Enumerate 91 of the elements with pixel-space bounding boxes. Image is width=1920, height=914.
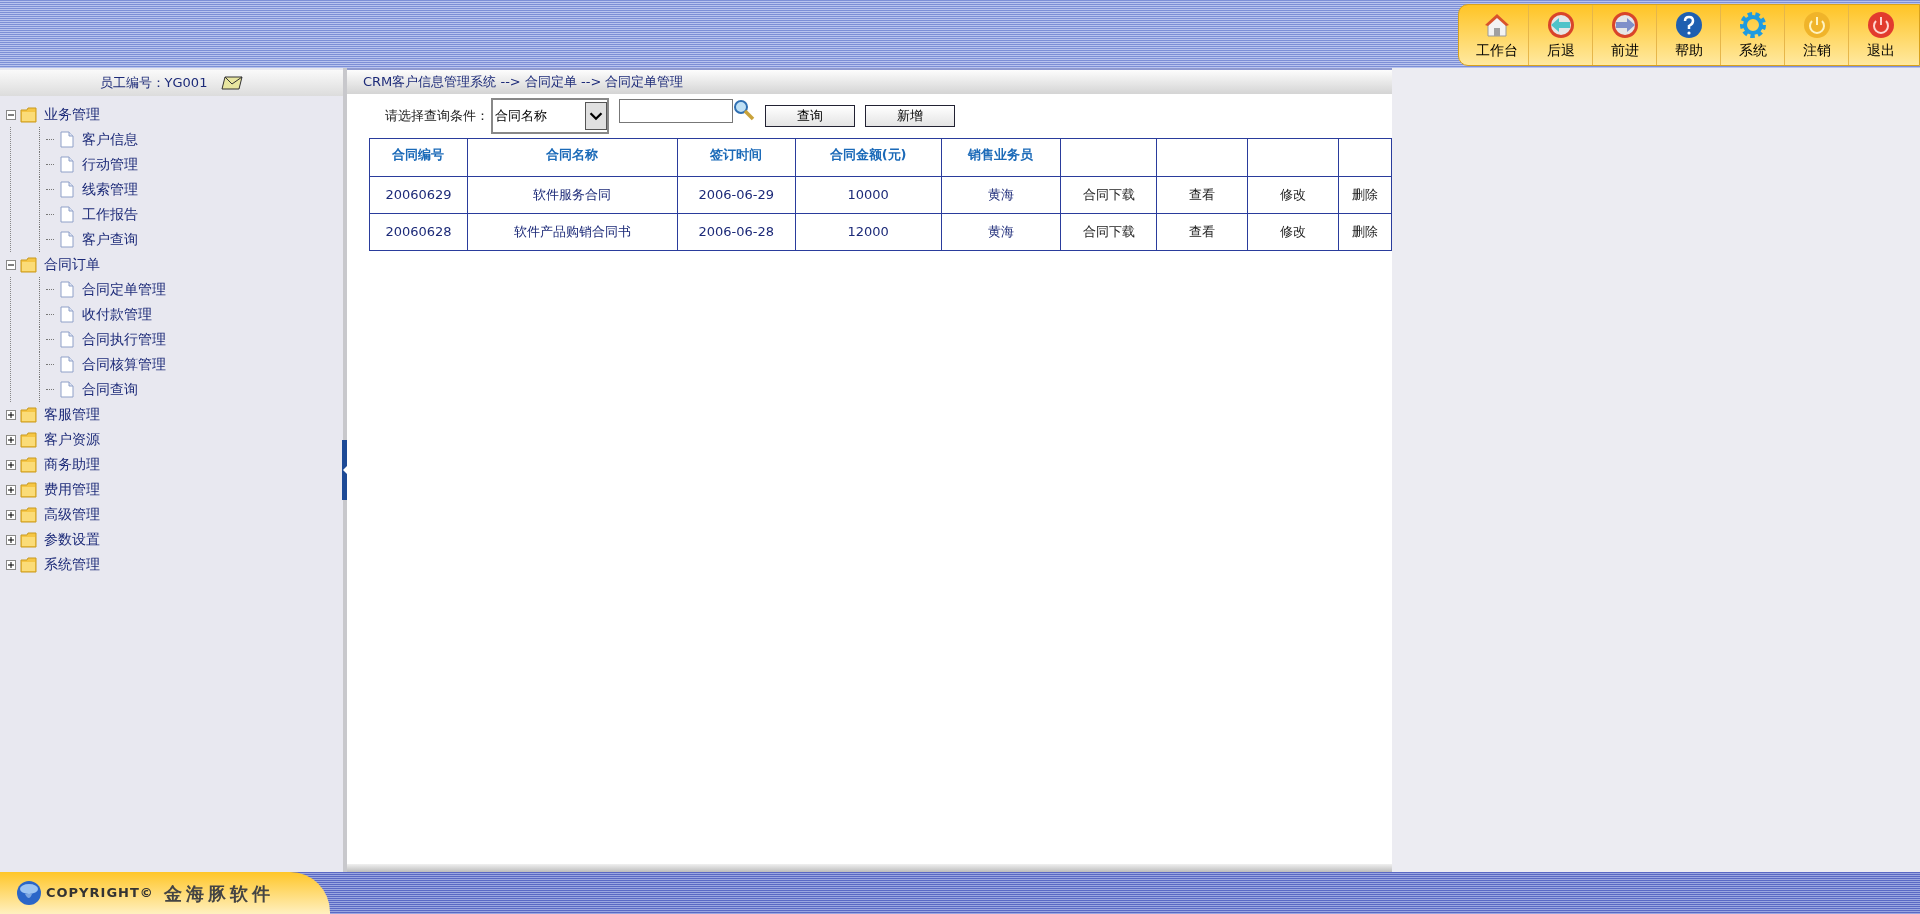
search-field[interactable]: [619, 99, 733, 123]
search-icon[interactable]: [733, 99, 755, 121]
copyright-label: COPYRIGHT©: [46, 884, 154, 903]
tree-item[interactable]: 合同执行管理: [82, 329, 166, 350]
tree-folder[interactable]: 高级管理: [44, 504, 100, 525]
action-link[interactable]: 查看: [1189, 187, 1216, 203]
folder-icon: [20, 431, 38, 448]
toolbar-button[interactable]: 工作台: [1465, 5, 1529, 65]
table-cell: 软件产品购销合同书: [513, 224, 631, 240]
settings-icon: [1737, 9, 1768, 40]
folder-icon: [20, 406, 38, 423]
table-cell: 12000: [847, 224, 889, 240]
column-header: 签订时间: [710, 147, 763, 162]
folder-icon: [20, 481, 38, 498]
dropdown-caret-icon[interactable]: [585, 102, 607, 130]
tree-item[interactable]: 行动管理: [82, 154, 138, 175]
action-link[interactable]: 修改: [1280, 187, 1307, 203]
collapse-icon[interactable]: [6, 259, 16, 270]
collapse-icon[interactable]: [6, 109, 16, 120]
table-cell: 10000: [847, 187, 889, 203]
form-button[interactable]: 查询: [765, 105, 855, 127]
document-icon: [60, 181, 74, 198]
tree-item[interactable]: 客户查询: [82, 229, 138, 250]
tree-folder[interactable]: 商务助理: [44, 454, 100, 475]
tree-item[interactable]: 合同定单管理: [82, 279, 166, 300]
toolbar-button[interactable]: 退出: [1849, 5, 1913, 65]
form-button[interactable]: 新增: [865, 105, 955, 127]
expand-icon[interactable]: [6, 409, 16, 420]
document-icon: [60, 231, 74, 248]
column-header: 合同名称: [546, 147, 599, 162]
expand-icon[interactable]: [6, 434, 16, 445]
tree-folder[interactable]: 费用管理: [44, 479, 100, 500]
column-header: 销售业务员: [968, 147, 1034, 162]
tree-folder[interactable]: 业务管理: [44, 104, 100, 125]
table-cell: 20060629: [385, 187, 452, 203]
toolbar-button[interactable]: 帮助: [1657, 5, 1721, 65]
tree-item[interactable]: 工作报告: [82, 204, 138, 225]
condition-select[interactable]: 合同名称: [491, 98, 609, 134]
table-cell: 黄海: [987, 187, 1014, 203]
folder-icon: [20, 256, 38, 273]
table-cell: 黄海: [987, 224, 1014, 240]
tree-item[interactable]: 收付款管理: [82, 304, 152, 325]
table-cell: 2006-06-28: [698, 224, 774, 240]
search-label: 请选择查询条件：: [385, 107, 489, 126]
power-icon: [1801, 9, 1832, 40]
tree-item[interactable]: 客户信息: [82, 129, 138, 150]
table-cell: 2006-06-29: [698, 187, 774, 203]
toolbar-button[interactable]: 前进: [1593, 5, 1657, 65]
globe-icon: [16, 880, 42, 906]
column-header: 合同金额(元): [829, 147, 907, 162]
tree-item[interactable]: 线索管理: [82, 179, 138, 200]
expand-icon[interactable]: [6, 459, 16, 470]
column-header: 合同编号: [392, 147, 445, 162]
action-link[interactable]: 修改: [1280, 224, 1307, 240]
company-name: 金海豚软件: [163, 881, 274, 906]
toolbar-button[interactable]: 注销: [1785, 5, 1849, 65]
expand-icon[interactable]: [6, 534, 16, 545]
document-icon: [60, 206, 74, 223]
action-link[interactable]: 查看: [1189, 224, 1216, 240]
document-icon: [60, 331, 74, 348]
document-icon: [60, 381, 74, 398]
expand-icon[interactable]: [6, 484, 16, 495]
folder-icon: [20, 456, 38, 473]
folder-icon: [20, 556, 38, 573]
table-cell: 软件服务合同: [533, 187, 612, 203]
breadcrumb: CRM客户信息管理系统 --> 合同定单 --> 合同定单管理: [363, 73, 684, 92]
power-icon: [1866, 9, 1896, 40]
expand-icon[interactable]: [6, 559, 16, 570]
tree-folder[interactable]: 客户资源: [44, 429, 100, 450]
mail-icon[interactable]: [221, 76, 244, 90]
employee-id: 员工编号：YG001: [99, 74, 208, 93]
expand-icon[interactable]: [6, 509, 16, 520]
tree-item[interactable]: 合同查询: [82, 379, 138, 400]
document-icon: [60, 156, 74, 173]
tree-folder[interactable]: 合同订单: [44, 254, 100, 275]
folder-icon: [20, 106, 38, 123]
help-icon: [1673, 9, 1704, 40]
table-cell: 20060628: [385, 224, 452, 240]
collapse-sidebar-icon[interactable]: [342, 440, 347, 500]
folder-icon: [20, 531, 38, 548]
tree-folder[interactable]: 系统管理: [44, 554, 100, 575]
document-icon: [60, 131, 74, 148]
folder-icon: [20, 506, 38, 523]
document-icon: [60, 281, 74, 298]
tree-item[interactable]: 合同核算管理: [82, 354, 166, 375]
document-icon: [60, 356, 74, 373]
toolbar-button[interactable]: 后退: [1529, 5, 1593, 65]
document-icon: [60, 306, 74, 323]
tree-folder[interactable]: 参数设置: [44, 529, 100, 550]
toolbar-button[interactable]: 系统: [1721, 5, 1785, 65]
tree-folder[interactable]: 客服管理: [44, 404, 100, 425]
